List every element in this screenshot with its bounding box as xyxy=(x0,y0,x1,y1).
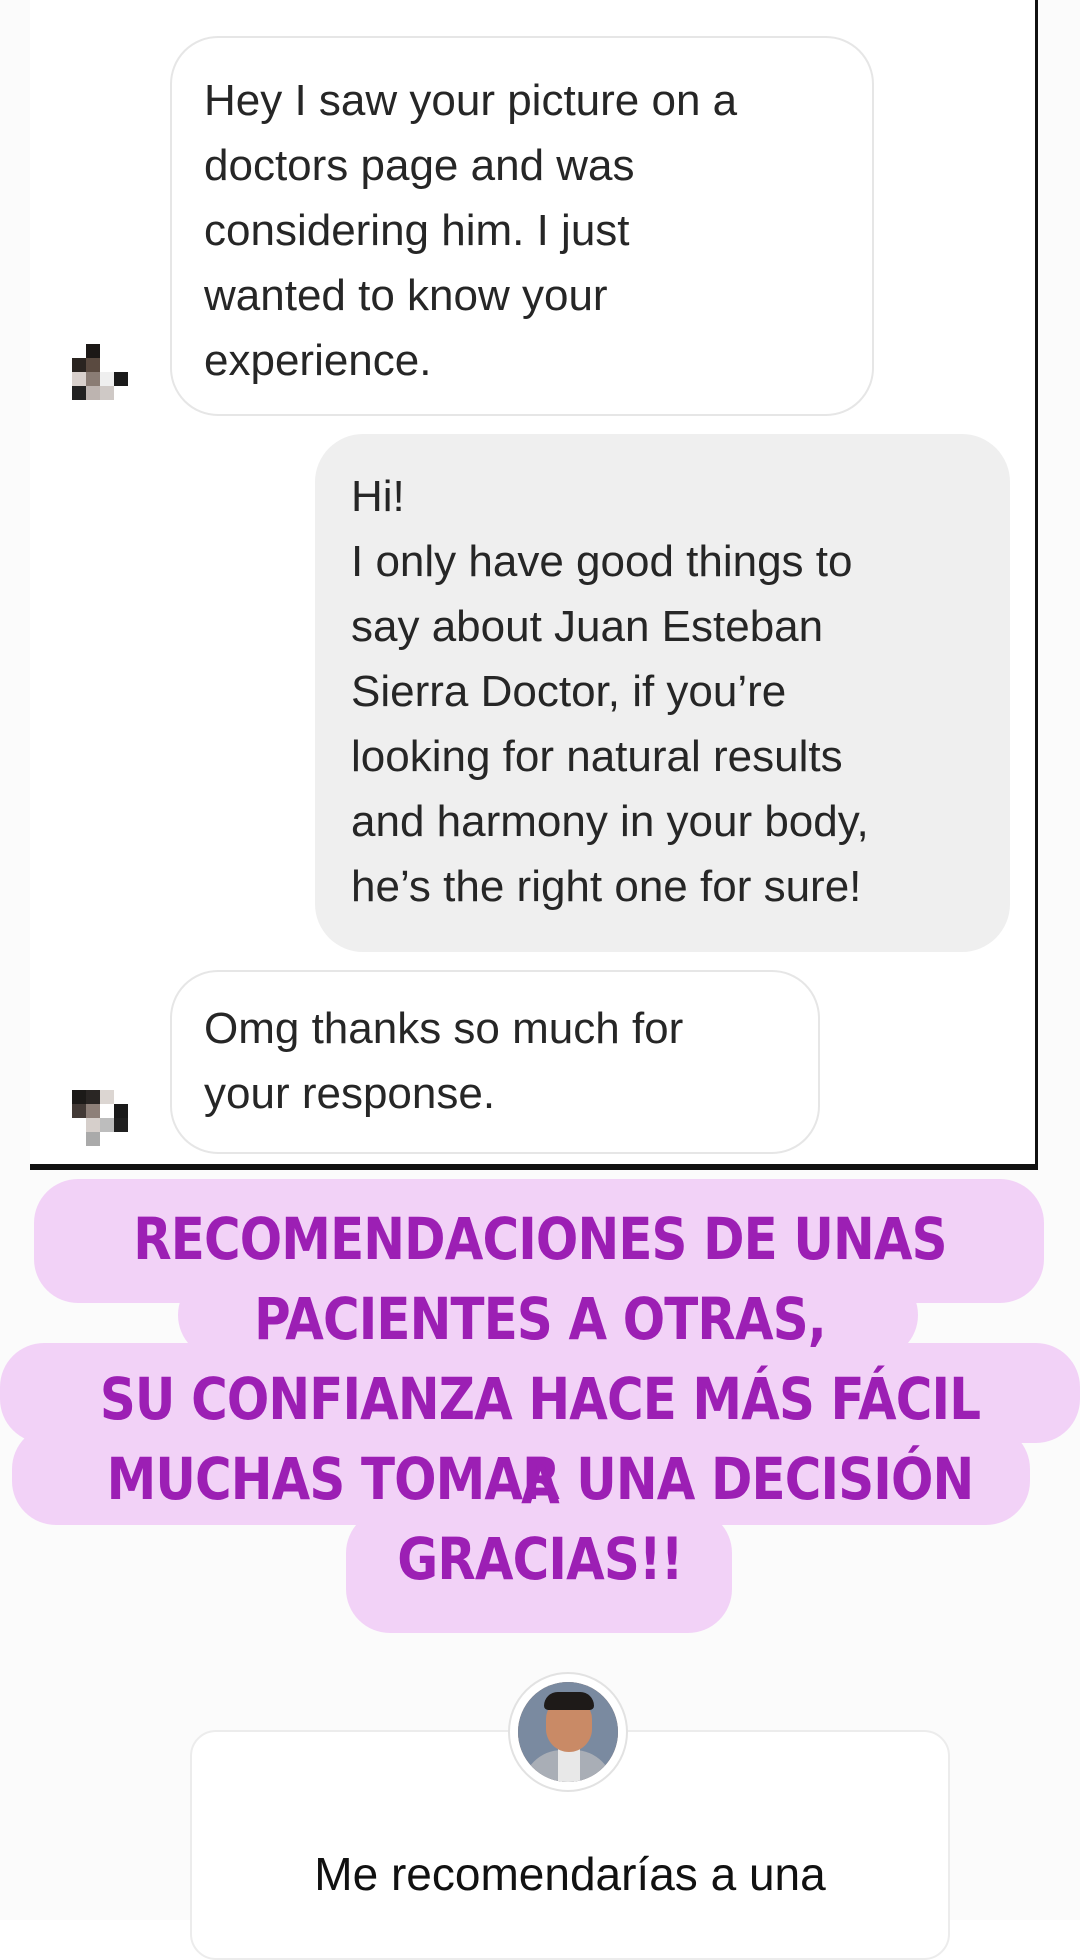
caption-line-2: PACIENTES A OTRAS, xyxy=(254,1285,827,1353)
sender-avatar-icon xyxy=(72,1090,132,1154)
message-bubble-incoming: Omg thanks so much for your response. xyxy=(170,970,820,1154)
question-text: Me recomendarías a una xyxy=(314,1848,826,1900)
caption-line-1: RECOMENDACIONES DE UNAS xyxy=(133,1205,947,1273)
caption-line-5: GRACIAS!! xyxy=(397,1525,683,1593)
message-bubble-outgoing: Hi! I only have good things to say about… xyxy=(315,434,1010,952)
profile-avatar xyxy=(508,1672,628,1792)
dm-screenshot: Hey I saw your picture on a doctors page… xyxy=(30,0,1038,1170)
sender-avatar-icon xyxy=(72,344,132,408)
message-bubble-incoming: Hey I saw your picture on a doctors page… xyxy=(170,36,874,416)
story-caption: RECOMENDACIONES DE UNAS PACIENTES A OTRA… xyxy=(0,1175,1080,1635)
caption-line-4: MUCHAS TOMAR UNA DECISIÓN xyxy=(106,1445,975,1513)
